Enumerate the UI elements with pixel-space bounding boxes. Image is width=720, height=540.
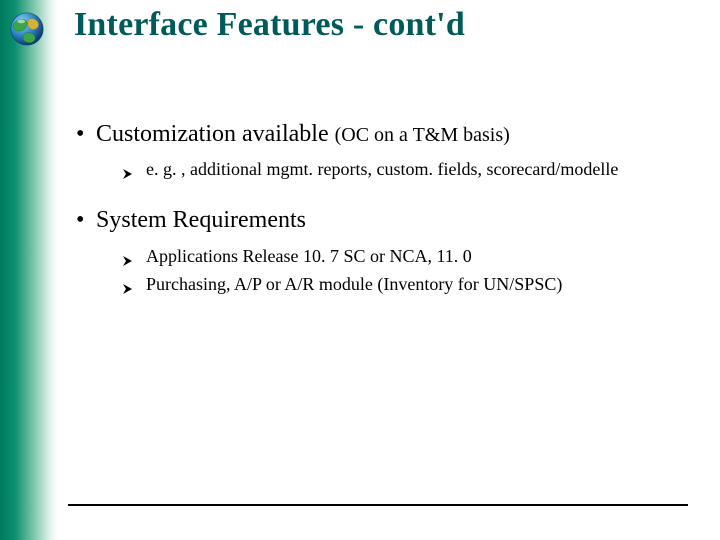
sub-bullet-item: Purchasing, A/P or A/R module (Inventory… [122,271,690,297]
bullet-paren: (OC on a T&M basis) [335,124,510,146]
horizontal-rule [68,504,688,506]
sub-bullet-text: e. g. , additional mgmt. reports, custom… [146,159,618,179]
chevron-right-icon [122,248,134,260]
globe-icon [8,10,46,48]
bullet-item: Customization available (OC on a T&M bas… [74,118,690,182]
chevron-right-icon [122,276,134,288]
chevron-right-icon [122,161,134,173]
sub-bullet-text: Purchasing, A/P or A/R module (Inventory… [146,274,562,294]
sub-bullet-item: e. g. , additional mgmt. reports, custom… [122,156,690,182]
bullet-text: System Requirements [96,207,306,233]
slide: Interface Features - cont'd Customizatio… [0,0,720,540]
sub-bullet-item: Applications Release 10. 7 SC or NCA, 11… [122,243,690,269]
sub-bullet-text: Applications Release 10. 7 SC or NCA, 11… [146,246,472,266]
slide-body: Customization available (OC on a T&M bas… [74,118,690,319]
side-gradient [0,0,58,540]
bullet-text: Customization available [96,121,329,147]
bullet-item: System Requirements Applications Release… [74,204,690,297]
slide-title: Interface Features - cont'd [74,6,700,44]
